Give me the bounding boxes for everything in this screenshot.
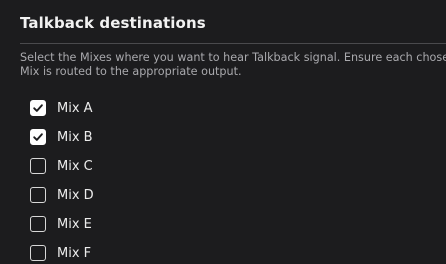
mix-item-a[interactable]: Mix A (30, 96, 94, 120)
mix-b-label: Mix B (57, 129, 93, 145)
mix-d-checkbox[interactable] (30, 187, 46, 203)
mix-item-d[interactable]: Mix D (30, 183, 94, 207)
mix-item-f[interactable]: Mix F (30, 241, 94, 264)
panel-description: Select the Mixes where you want to hear … (20, 51, 446, 78)
title-divider (20, 43, 446, 44)
mix-item-e[interactable]: Mix E (30, 212, 94, 236)
mix-e-label: Mix E (57, 216, 92, 232)
mix-f-label: Mix F (57, 245, 92, 261)
mix-list: Mix A Mix B Mix C Mix D Mix E Mix F (30, 96, 94, 264)
mix-a-label: Mix A (57, 100, 93, 116)
talkback-destinations-panel: Talkback destinations Select the Mixes w… (0, 0, 446, 264)
panel-title: Talkback destinations (20, 14, 206, 32)
mix-e-checkbox[interactable] (30, 216, 46, 232)
mix-f-checkbox[interactable] (30, 245, 46, 261)
checkmark-icon (33, 104, 43, 112)
mix-c-checkbox[interactable] (30, 158, 46, 174)
mix-a-checkbox[interactable] (30, 100, 46, 116)
mix-item-c[interactable]: Mix C (30, 154, 94, 178)
mix-c-label: Mix C (57, 158, 93, 174)
checkmark-icon (33, 133, 43, 141)
mix-item-b[interactable]: Mix B (30, 125, 94, 149)
mix-d-label: Mix D (57, 187, 94, 203)
mix-b-checkbox[interactable] (30, 129, 46, 145)
